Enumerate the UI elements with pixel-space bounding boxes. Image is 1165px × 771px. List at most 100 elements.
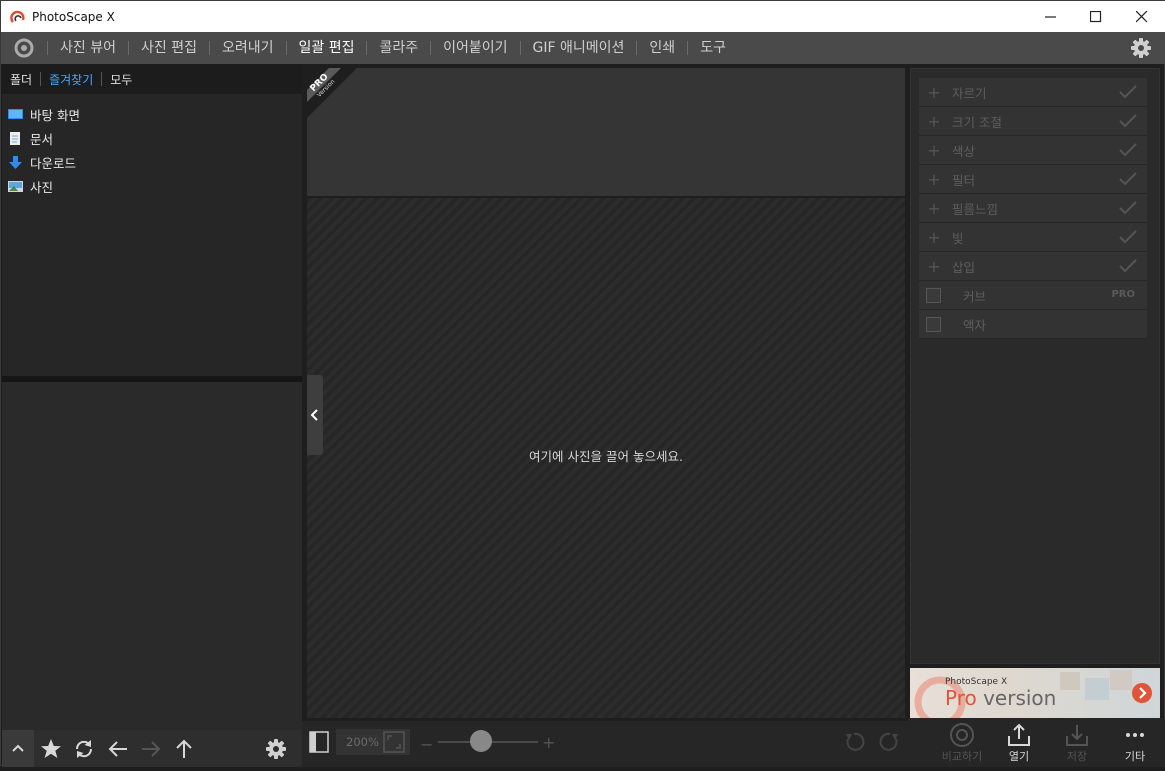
check-icon: [1119, 172, 1137, 186]
feature-label: 필름느낌: [952, 201, 999, 217]
browser-settings-button[interactable]: [265, 738, 287, 760]
menu-gif-animation[interactable]: GIF 애니메이션: [521, 32, 637, 64]
favorite-documents[interactable]: 문서: [2, 126, 302, 150]
plus-icon: +: [927, 256, 941, 276]
menu-photo-editor[interactable]: 사진 편집: [129, 32, 209, 64]
feature-resize[interactable]: + 크기 조절: [919, 107, 1147, 136]
arrow-right-icon: [142, 741, 161, 757]
plus-icon: +: [927, 227, 941, 247]
favorite-downloads[interactable]: 다운로드: [2, 150, 302, 174]
batch-features-panel: + 자르기 + 크기 조절 + 색상 + 필터 + 필름느낌 + 빛 + 삽입 …: [910, 68, 1160, 664]
compare-button[interactable]: 비교하기: [934, 722, 990, 766]
desktop-icon: [8, 108, 23, 119]
menu-tools[interactable]: 도구: [688, 32, 738, 64]
photo-drop-zone[interactable]: 여기에 사진을 끌어 놓으세요.: [307, 198, 905, 718]
split-view-icon: [309, 731, 329, 753]
browser-toolbar: [2, 730, 302, 767]
pictures-icon: [8, 180, 23, 192]
close-button[interactable]: [1119, 1, 1165, 32]
pro-badge: PRO: [1111, 289, 1135, 300]
feature-label: 삽입: [952, 259, 976, 275]
home-logo-icon[interactable]: [13, 37, 35, 59]
app-logo-icon: [10, 9, 26, 25]
curve-checkbox[interactable]: [926, 287, 941, 303]
ad-arrow-icon[interactable]: [1132, 683, 1152, 703]
ad-pro-word: Pro: [945, 686, 977, 710]
menu-cut-out[interactable]: 오려내기: [210, 32, 286, 64]
ad-version-word: version: [976, 686, 1057, 710]
menu-combine[interactable]: 이어붙이기: [431, 32, 519, 64]
feature-insert[interactable]: + 삽입: [919, 252, 1147, 281]
browser-panel: 폴더 즐겨찾기 모두 바탕 화면 문서 다운로드 사진: [2, 64, 302, 730]
arrow-left-icon: [108, 741, 127, 757]
more-icon: [1126, 733, 1144, 737]
document-icon: [10, 131, 20, 145]
frame-checkbox[interactable]: [926, 316, 941, 332]
split-view-button[interactable]: [309, 731, 329, 757]
rotate-left-button[interactable]: [843, 731, 865, 757]
pro-version-badge[interactable]: PRO Version: [307, 68, 357, 118]
parent-folder-button[interactable]: [173, 738, 195, 760]
refresh-button[interactable]: [73, 738, 95, 760]
viewer-toolbar: 200% − +: [302, 721, 908, 767]
save-label: 저장: [1066, 750, 1088, 763]
plus-icon: +: [927, 169, 941, 189]
feature-label: 커브: [963, 288, 987, 304]
feature-color[interactable]: + 색상: [919, 136, 1147, 165]
tab-folder[interactable]: 폴더: [2, 71, 40, 88]
rotate-right-icon: [879, 732, 898, 751]
favorite-label: 문서: [30, 131, 54, 147]
tab-favorites[interactable]: 즐겨찾기: [41, 71, 101, 88]
back-button[interactable]: [107, 738, 129, 760]
star-icon: [41, 739, 61, 758]
feature-frame[interactable]: 액자: [919, 310, 1147, 339]
forward-button[interactable]: [140, 738, 162, 760]
more-button[interactable]: 기타: [1107, 722, 1163, 766]
check-icon: [1119, 201, 1137, 215]
window-title: PhotoScape X: [32, 9, 115, 24]
rotate-left-icon: [846, 732, 865, 751]
download-icon: [9, 155, 22, 169]
check-icon: [1119, 230, 1137, 244]
menu-photo-viewer[interactable]: 사진 뷰어: [48, 32, 128, 64]
open-button[interactable]: 열기: [991, 722, 1047, 766]
collapse-left-panel-button[interactable]: [307, 375, 323, 455]
menu-collage[interactable]: 콜라주: [367, 32, 430, 64]
feature-list: + 자르기 + 크기 조절 + 색상 + 필터 + 필름느낌 + 빛 + 삽입 …: [919, 78, 1147, 339]
zoom-slider-thumb[interactable]: [470, 730, 492, 752]
fit-screen-button[interactable]: [382, 730, 406, 758]
ad-headline: Pro version: [945, 686, 1056, 710]
open-icon: [1008, 723, 1030, 746]
zoom-out-icon[interactable]: −: [420, 735, 433, 754]
title-bar: PhotoScape X: [1, 1, 1165, 32]
feature-curve[interactable]: 커브 PRO: [919, 281, 1147, 310]
drop-hint: 여기에 사진을 끌어 놓으세요.: [529, 449, 683, 464]
tab-all[interactable]: 모두: [102, 71, 140, 88]
rotate-right-button[interactable]: [879, 731, 901, 757]
feature-film[interactable]: + 필름느낌: [919, 194, 1147, 223]
zoom-in-icon[interactable]: +: [542, 733, 555, 752]
feature-filter[interactable]: + 필터: [919, 165, 1147, 194]
check-icon: [1119, 143, 1137, 157]
plus-icon: +: [927, 82, 941, 102]
menu-print[interactable]: 인쇄: [637, 32, 687, 64]
minimize-button[interactable]: [1028, 1, 1074, 32]
maximize-icon: [1090, 10, 1102, 22]
settings-gear-icon[interactable]: [1130, 37, 1152, 59]
gear-icon: [266, 739, 286, 759]
check-icon: [1119, 114, 1137, 128]
favorite-desktop[interactable]: 바탕 화면: [2, 102, 302, 126]
plus-icon: +: [927, 140, 941, 160]
save-button[interactable]: 저장: [1049, 722, 1105, 766]
favorite-star-button[interactable]: [40, 738, 62, 760]
menu-batch-editor[interactable]: 일괄 편집: [287, 32, 367, 64]
feature-light[interactable]: + 빛: [919, 223, 1147, 252]
arrow-up-icon: [176, 739, 192, 758]
collapse-up-button[interactable]: [2, 730, 34, 767]
favorite-pictures[interactable]: 사진: [2, 174, 302, 198]
feature-crop[interactable]: + 자르기: [919, 78, 1147, 107]
maximize-button[interactable]: [1073, 1, 1119, 32]
compare-label: 비교하기: [941, 750, 983, 763]
feature-label: 필터: [952, 172, 976, 188]
pro-version-ad-banner[interactable]: PhotoScape X Pro version: [910, 668, 1160, 718]
